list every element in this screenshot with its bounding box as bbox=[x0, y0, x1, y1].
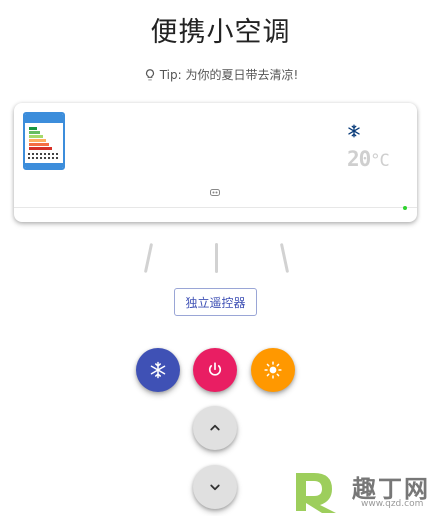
chevron-down-icon bbox=[210, 484, 220, 491]
temperature-up-button[interactable] bbox=[193, 406, 237, 450]
lightbulb-icon bbox=[145, 68, 154, 80]
energy-bar bbox=[29, 147, 52, 150]
cool-mode-button[interactable] bbox=[136, 348, 180, 392]
energy-bar bbox=[29, 131, 40, 134]
sun-icon bbox=[264, 361, 282, 379]
energy-bar bbox=[29, 143, 49, 146]
remote-control-button[interactable]: 独立遥控器 bbox=[174, 288, 257, 316]
tip-text: Tip: 为你的夏日带去清凉! bbox=[159, 68, 299, 82]
tip-line: Tip: 为你的夏日带去清凉! bbox=[0, 66, 441, 83]
energy-bar bbox=[29, 127, 37, 130]
snowflake-mode-icon bbox=[348, 124, 360, 138]
ac-divider bbox=[14, 207, 417, 208]
airflow-line bbox=[279, 243, 290, 273]
airflow-line bbox=[143, 243, 154, 273]
temperature-display: 20°C bbox=[347, 147, 390, 171]
power-icon bbox=[208, 362, 222, 376]
power-led bbox=[403, 206, 407, 210]
temperature-down-button[interactable] bbox=[193, 465, 237, 509]
heat-mode-button[interactable] bbox=[251, 348, 295, 392]
airflow-line bbox=[215, 243, 218, 273]
energy-label-icon bbox=[23, 112, 65, 170]
energy-bar bbox=[29, 139, 46, 142]
temperature-unit: °C bbox=[370, 151, 390, 171]
energy-bar bbox=[29, 135, 43, 138]
snowflake-icon bbox=[150, 361, 166, 379]
power-button[interactable] bbox=[193, 348, 237, 392]
air-conditioner-unit: 20°C bbox=[14, 103, 417, 222]
watermark-url: www.qzd.com bbox=[361, 499, 424, 509]
temperature-value: 20 bbox=[347, 147, 371, 171]
chevron-up-icon bbox=[210, 424, 220, 431]
fan-vent-icon bbox=[210, 189, 220, 196]
page-title: 便携小空调 bbox=[150, 17, 291, 48]
